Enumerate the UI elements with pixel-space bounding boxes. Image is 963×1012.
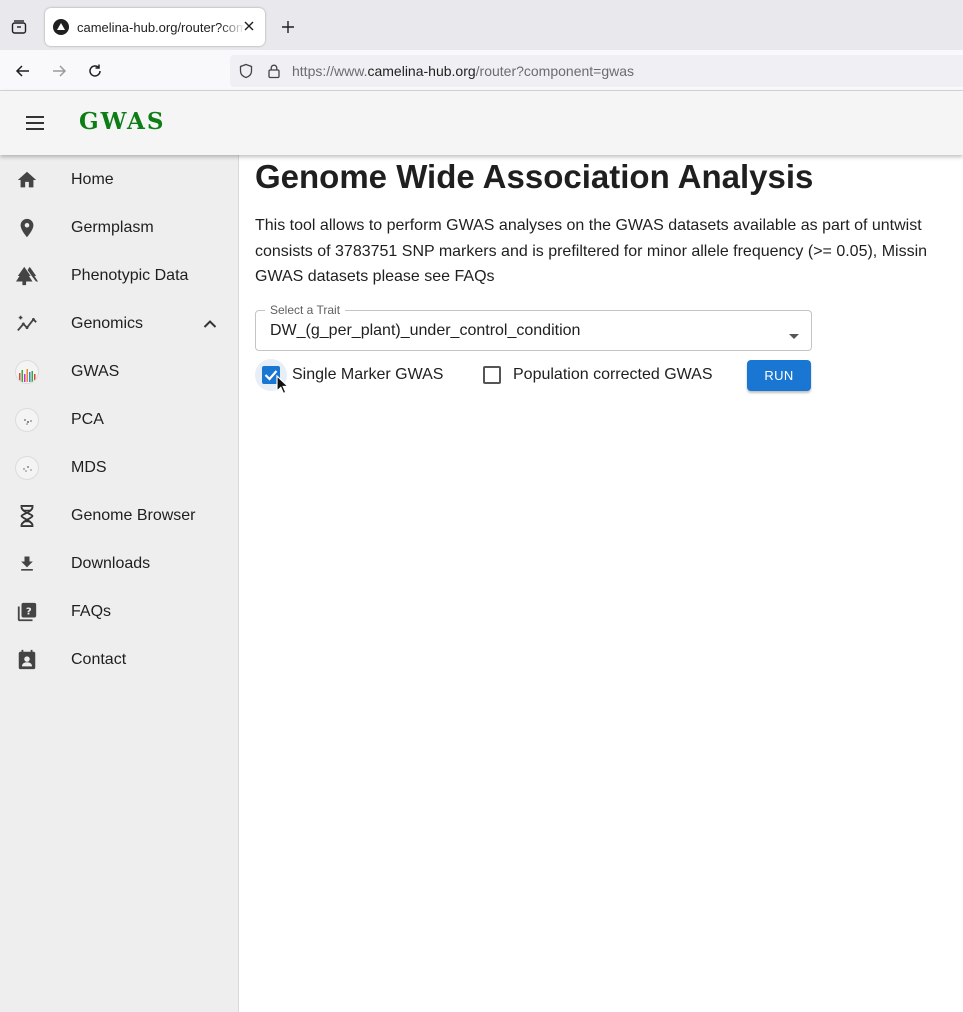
run-button[interactable]: RUN [747,360,811,391]
dna-icon [15,504,39,528]
browser-tab[interactable]: camelina-hub.org/router?component=gwas [45,8,265,46]
sidebar-item-label: Contact [71,651,127,668]
hamburger-menu-icon[interactable] [22,111,48,135]
app-title: GWAS [79,108,166,135]
mouse-cursor-icon [276,374,290,400]
description-line: consists of 3783751 SNP markers and is p… [255,242,928,260]
sidebar-item-mds[interactable]: MDS [0,444,238,492]
sidebar-item-label: Genomics [71,315,144,332]
new-tab-icon[interactable] [278,17,298,37]
sidebar-item-faqs[interactable]: ? FAQs [0,588,238,636]
app-header: GWAS [0,91,963,155]
pca-thumbnail-icon [15,408,39,432]
sidebar-item-label: Germplasm [71,219,154,236]
url-bar[interactable]: https://www.camelina-hub.org/router?comp… [230,55,963,87]
faq-icon: ? [15,600,39,624]
sidebar-item-genomics[interactable]: Genomics [0,300,238,348]
chevron-up-icon[interactable] [200,314,220,334]
sidebar-item-label: Downloads [71,555,151,572]
trait-select-label: Select a Trait [265,303,346,317]
tab-list-icon[interactable] [8,16,30,38]
sidebar-item-label: PCA [71,411,104,428]
gwas-thumbnail-icon [15,360,39,384]
reload-icon[interactable] [84,60,106,82]
sidebar-item-label: Phenotypic Data [71,267,189,284]
sidebar: Home Germplasm Phenotypic Data Genomics … [0,155,239,1012]
main-content: Genome Wide Association Analysis This to… [239,155,963,1012]
trait-select-value: DW_(g_per_plant)_under_control_condition [270,322,581,339]
lock-icon[interactable] [266,63,282,84]
url-text[interactable]: https://www.camelina-hub.org/router?comp… [292,63,634,79]
url-host: camelina-hub.org [367,63,476,79]
home-icon [15,168,39,192]
site-favicon-icon [53,19,69,35]
sidebar-item-genome-browser[interactable]: Genome Browser [0,492,238,540]
mds-thumbnail-icon [15,456,39,480]
sidebar-item-label: Home [71,171,114,188]
description-line: This tool allows to perform GWAS analyse… [255,217,922,234]
contact-icon [15,648,39,672]
forward-icon[interactable] [48,60,70,82]
sidebar-item-label: MDS [71,459,107,476]
shield-icon[interactable] [238,63,254,84]
page-title: Genome Wide Association Analysis [255,158,814,195]
population-corrected-label[interactable]: Population corrected GWAS [513,366,713,384]
location-pin-icon [15,216,39,240]
close-tab-icon[interactable] [241,18,257,34]
sidebar-item-home[interactable]: Home [0,156,238,204]
tab-title: camelina-hub.org/router?component=gwas [77,19,245,35]
population-corrected-checkbox[interactable] [483,366,501,384]
sidebar-item-contact[interactable]: Contact [0,636,238,684]
url-path: /router?component=gwas [475,63,635,79]
dropdown-arrow-icon[interactable] [789,327,799,345]
gwas-options: Single Marker GWAS Population corrected … [255,359,955,391]
single-marker-label[interactable]: Single Marker GWAS [292,366,443,384]
svg-text:?: ? [26,606,32,617]
sidebar-item-label: FAQs [71,603,112,620]
description-line: GWAS datasets please see FAQs [255,268,495,285]
browser-tab-bar: camelina-hub.org/router?component=gwas [0,0,963,50]
sidebar-item-label: Genome Browser [71,507,196,524]
trait-select[interactable]: Select a Trait DW_(g_per_plant)_under_co… [255,303,812,351]
back-icon[interactable] [12,60,34,82]
description: This tool allows to perform GWAS analyse… [255,213,963,290]
sidebar-item-germplasm[interactable]: Germplasm [0,204,238,252]
url-prefix: https://www. [292,63,368,79]
genomics-icon [15,312,39,336]
sidebar-item-phenotypic-data[interactable]: Phenotypic Data [0,252,238,300]
sidebar-item-label: GWAS [71,363,120,380]
sidebar-item-downloads[interactable]: Downloads [0,540,238,588]
sidebar-item-gwas[interactable]: GWAS [0,348,238,396]
download-icon [15,552,39,576]
forest-icon [15,264,39,288]
browser-nav-bar: https://www.camelina-hub.org/router?comp… [0,50,963,91]
sidebar-item-pca[interactable]: PCA [0,396,238,444]
